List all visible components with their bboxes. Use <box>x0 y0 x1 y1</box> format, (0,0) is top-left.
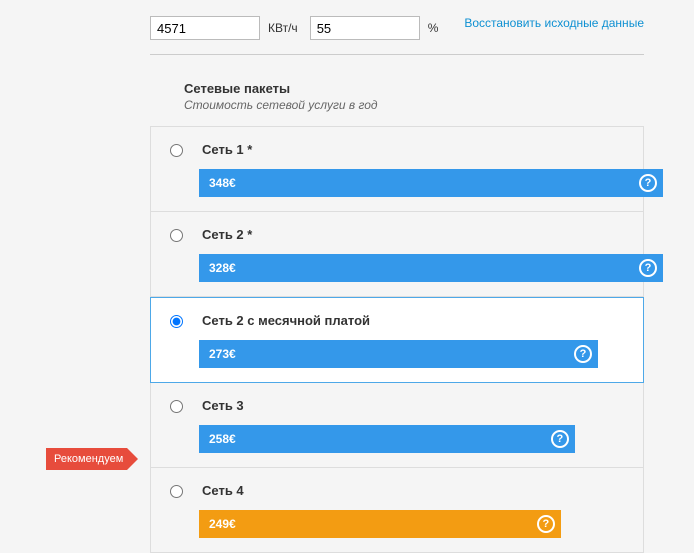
help-icon[interactable]: ? <box>537 515 555 533</box>
pct-input[interactable] <box>310 16 420 40</box>
price-value: 258€ <box>209 432 236 446</box>
network-packages-section: Сетевые пакеты Стоимость сетевой услуги … <box>150 81 644 553</box>
pct-unit-label: % <box>428 21 439 35</box>
options-list: Сеть 1 *348€?Сеть 2 *328€?Сеть 2 с месяч… <box>150 126 644 553</box>
help-icon[interactable]: ? <box>551 430 569 448</box>
price-bar: 258€? <box>199 425 575 453</box>
option-label[interactable]: Сеть 1 * <box>202 142 252 157</box>
kwh-group: КВт/ч <box>150 16 298 40</box>
price-bar: 328€? <box>199 254 663 282</box>
help-icon[interactable]: ? <box>574 345 592 363</box>
option-radio[interactable] <box>170 144 183 157</box>
help-icon[interactable]: ? <box>639 259 657 277</box>
price-value: 273€ <box>209 347 236 361</box>
price-value: 249€ <box>209 517 236 531</box>
option-radio[interactable] <box>170 400 183 413</box>
option-head: Сеть 3 <box>165 397 629 413</box>
pct-group: % <box>310 16 439 40</box>
option-head: Сеть 1 * <box>165 141 629 157</box>
option-radio[interactable] <box>170 315 183 328</box>
price-bar: 348€? <box>199 169 663 197</box>
option-head: Сеть 2 с месячной платой <box>165 312 629 328</box>
section-title: Сетевые пакеты <box>184 81 644 96</box>
reset-link[interactable]: Восстановить исходные данные <box>464 16 644 32</box>
help-icon[interactable]: ? <box>639 174 657 192</box>
option-label[interactable]: Сеть 2 с месячной платой <box>202 313 370 328</box>
kwh-unit-label: КВт/ч <box>268 21 298 35</box>
option-label[interactable]: Сеть 3 <box>202 398 244 413</box>
option-radio[interactable] <box>170 229 183 242</box>
option-row[interactable]: Сеть 1 *348€? <box>150 127 644 212</box>
price-value: 328€ <box>209 261 236 275</box>
option-row[interactable]: Сеть 2 *328€? <box>150 212 644 297</box>
recommend-badge: Рекомендуем <box>46 448 127 470</box>
option-row[interactable]: Сеть 4 249€? <box>150 468 644 553</box>
input-row: КВт/ч % Восстановить исходные данные <box>150 16 644 55</box>
option-row[interactable]: Сеть 2 с месячной платой 273€? <box>150 297 644 383</box>
option-label[interactable]: Сеть 4 <box>202 483 244 498</box>
option-row[interactable]: Сеть 3 258€? <box>150 383 644 468</box>
option-radio[interactable] <box>170 485 183 498</box>
option-head: Сеть 4 <box>165 482 629 498</box>
option-head: Сеть 2 * <box>165 226 629 242</box>
option-label[interactable]: Сеть 2 * <box>202 227 252 242</box>
section-subtitle: Стоимость сетевой услуги в год <box>184 98 644 112</box>
price-bar: 273€? <box>199 340 598 368</box>
kwh-input[interactable] <box>150 16 260 40</box>
section-header: Сетевые пакеты Стоимость сетевой услуги … <box>150 81 644 112</box>
price-bar: 249€? <box>199 510 561 538</box>
price-value: 348€ <box>209 176 236 190</box>
